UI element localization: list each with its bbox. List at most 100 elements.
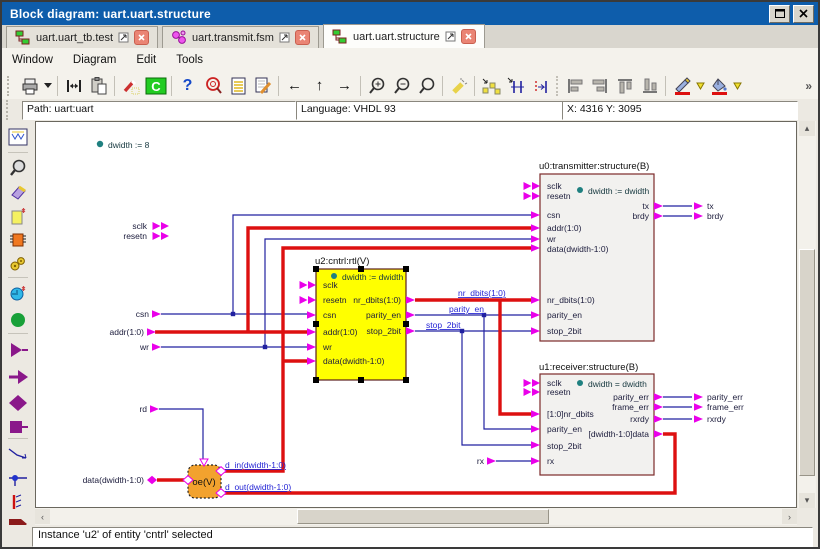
port-arrow[interactable] bbox=[654, 202, 663, 209]
scroll-left-button[interactable]: ‹ bbox=[35, 509, 50, 524]
tab-uart-transmit-fsm[interactable]: uart.transmit.fsm bbox=[162, 26, 319, 48]
align-left-button[interactable] bbox=[562, 74, 587, 98]
align-bottom-button[interactable] bbox=[637, 74, 662, 98]
port-arrow[interactable] bbox=[531, 211, 540, 218]
horizontal-scroll-thumb[interactable] bbox=[297, 509, 549, 524]
eraser-tool-button[interactable] bbox=[7, 181, 29, 203]
autolayout-blocks-button[interactable] bbox=[478, 74, 503, 98]
add-block-button[interactable] bbox=[7, 205, 29, 227]
horizontal-scrollbar[interactable]: ‹ › bbox=[35, 508, 797, 525]
input-port-rx[interactable] bbox=[487, 457, 496, 464]
wire-parity_en-branch[interactable] bbox=[484, 315, 531, 429]
toolbar-grip[interactable] bbox=[7, 76, 13, 96]
output-port-rxrdy[interactable] bbox=[694, 415, 703, 422]
back-button[interactable]: ← bbox=[282, 74, 307, 98]
menu-edit[interactable]: Edit bbox=[126, 51, 166, 69]
vertical-scrollbar[interactable]: ▴ ▾ bbox=[798, 121, 816, 508]
up-hierarchy-button[interactable]: ↑ bbox=[307, 74, 332, 98]
add-bus-rip-button[interactable] bbox=[7, 491, 29, 513]
menu-diagram[interactable]: Diagram bbox=[63, 51, 126, 69]
wire-stop_2bit-branch[interactable] bbox=[462, 331, 531, 445]
port-arrow[interactable] bbox=[531, 441, 540, 448]
tab-close-button[interactable] bbox=[295, 30, 310, 45]
close-button[interactable] bbox=[793, 5, 814, 23]
tab-close-button[interactable] bbox=[134, 30, 149, 45]
instance-u2[interactable]: u2:cntrl:rtl(V) dwidth := dwidth sclk re… bbox=[300, 256, 416, 383]
line-color-button[interactable] bbox=[669, 74, 694, 98]
input-port-wr[interactable] bbox=[152, 343, 161, 350]
wire-rd[interactable] bbox=[159, 409, 203, 459]
add-embedded-block-button[interactable] bbox=[7, 253, 29, 275]
edit-source-button[interactable] bbox=[250, 74, 275, 98]
port-arrow[interactable] bbox=[300, 296, 317, 304]
port-arrow[interactable] bbox=[654, 415, 663, 422]
tab-close-button[interactable] bbox=[461, 29, 476, 44]
port-arrow[interactable] bbox=[307, 328, 316, 335]
interface-view-button[interactable] bbox=[7, 126, 29, 148]
port-buffer-top[interactable] bbox=[200, 459, 208, 466]
port-arrow[interactable] bbox=[531, 457, 540, 464]
add-buffer-port-button[interactable] bbox=[7, 416, 29, 438]
scroll-right-button[interactable]: › bbox=[782, 509, 797, 524]
port-arrow[interactable] bbox=[531, 296, 540, 303]
port-arrow[interactable] bbox=[654, 393, 663, 400]
distribute-pins-button[interactable] bbox=[528, 74, 553, 98]
undock-icon[interactable] bbox=[118, 32, 129, 43]
input-port-resetn[interactable] bbox=[153, 232, 170, 240]
toolbar-overflow-button[interactable]: » bbox=[805, 79, 812, 93]
add-input-port-button[interactable] bbox=[7, 339, 29, 361]
net-label-d_in[interactable]: d_in(dwidth-1:0) bbox=[225, 460, 286, 470]
print-button[interactable] bbox=[17, 74, 42, 98]
port-arrow[interactable] bbox=[307, 311, 316, 318]
menu-tools[interactable]: Tools bbox=[166, 51, 213, 69]
port-arrow[interactable] bbox=[524, 192, 541, 200]
port-arrow[interactable] bbox=[300, 281, 317, 289]
zoom-out-button[interactable] bbox=[389, 74, 414, 98]
line-color-caret[interactable] bbox=[694, 74, 706, 98]
forward-button[interactable]: → bbox=[332, 74, 357, 98]
port-arrow[interactable] bbox=[654, 430, 663, 437]
instance-oe[interactable]: oe(V) bbox=[183, 459, 226, 498]
input-port-addr[interactable] bbox=[147, 328, 156, 335]
port-arrow[interactable] bbox=[307, 357, 316, 364]
compile-button[interactable]: C bbox=[143, 74, 168, 98]
port-arrow[interactable] bbox=[524, 379, 541, 387]
output-port-brdy[interactable] bbox=[694, 212, 703, 219]
port-arrow[interactable] bbox=[406, 311, 415, 318]
instance-u0[interactable]: u0:transmitter:structure(B) dwidth := dw… bbox=[524, 161, 664, 341]
infobar-grip[interactable] bbox=[6, 100, 12, 120]
net-label-parity_en[interactable]: parity_en bbox=[449, 304, 484, 314]
port-arrow[interactable] bbox=[654, 403, 663, 410]
add-junction-button[interactable] bbox=[7, 467, 29, 489]
bidir-port-data[interactable] bbox=[147, 476, 157, 485]
port-arrow[interactable] bbox=[654, 212, 663, 219]
diagram-canvas[interactable]: dwidth := 8 bbox=[35, 121, 797, 508]
add-bubble-button[interactable] bbox=[7, 309, 29, 331]
paste-button[interactable] bbox=[86, 74, 111, 98]
port-arrow[interactable] bbox=[406, 296, 415, 303]
port-arrow[interactable] bbox=[531, 311, 540, 318]
net-label-stop_2bit[interactable]: stop_2bit bbox=[426, 320, 461, 330]
output-port-parity_err[interactable] bbox=[694, 393, 703, 400]
add-output-port-button[interactable] bbox=[7, 366, 29, 388]
bus-nr_dbits-branch[interactable] bbox=[500, 300, 531, 414]
align-top-button[interactable] bbox=[612, 74, 637, 98]
view-source-button[interactable] bbox=[225, 74, 250, 98]
port-arrow[interactable] bbox=[531, 235, 540, 242]
highlight-button[interactable] bbox=[446, 74, 471, 98]
add-state-machine-button[interactable] bbox=[7, 282, 29, 304]
net-label-d_out[interactable]: d_out(dwidth-1:0) bbox=[225, 482, 291, 492]
add-bidir-port-button[interactable] bbox=[7, 392, 29, 414]
port-arrow[interactable] bbox=[531, 327, 540, 334]
fill-color-button[interactable] bbox=[706, 74, 731, 98]
port-arrow[interactable] bbox=[524, 388, 541, 396]
net-label-nr_dbits[interactable]: nr_dbits(1:0) bbox=[458, 288, 506, 298]
title-bar[interactable]: Block diagram: uart.uart.structure bbox=[2, 2, 818, 25]
output-port-tx[interactable] bbox=[694, 202, 703, 209]
zoom-full-button[interactable] bbox=[414, 74, 439, 98]
align-right-button[interactable] bbox=[587, 74, 612, 98]
port-arrow[interactable] bbox=[531, 244, 540, 251]
tab-uart-uart_tb-test[interactable]: uart.uart_tb.test bbox=[6, 26, 158, 48]
vertical-scroll-thumb[interactable] bbox=[799, 249, 815, 476]
help-button[interactable]: ? bbox=[175, 74, 200, 98]
